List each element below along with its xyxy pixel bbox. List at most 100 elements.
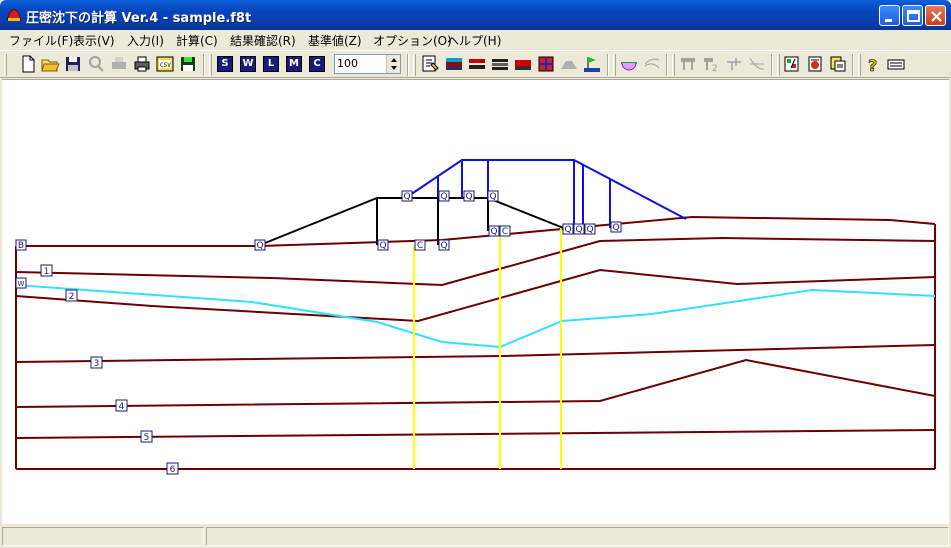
layer-gray-icon [492,59,508,70]
svg-text:2: 2 [712,64,718,74]
new-file-button[interactable] [18,54,38,74]
svg-text:Q: Q [440,192,447,202]
toolbar-grip[interactable] [4,54,7,76]
toolbar-grip[interactable] [209,54,212,76]
minimize-button[interactable] [879,5,900,26]
time-curve-gray-icon [749,57,765,70]
print-button[interactable] [132,54,152,74]
open-file-button[interactable] [40,54,60,74]
svg-text:2: 2 [69,292,75,302]
svg-text:?: ? [868,56,877,74]
toolbar-grip[interactable] [413,54,416,76]
report-button[interactable] [805,54,825,74]
maximize-icon [907,10,920,22]
floppy-green-icon [181,57,195,71]
flag-icon [584,57,600,72]
layer-s-button[interactable]: S [217,56,233,72]
menu-input[interactable]: 入力(I) [127,32,164,49]
csv-button[interactable]: CSV [155,54,175,74]
toolbar-grip[interactable] [858,54,861,76]
result-table-button[interactable] [678,54,698,74]
embankment-button[interactable] [559,54,579,74]
arc-button[interactable] [619,54,639,74]
layer-red-button[interactable] [467,54,487,74]
embankment-lower-outline [259,197,567,246]
result-graph-button[interactable]: 2 [701,54,721,74]
layer-l-button[interactable]: L [263,56,279,72]
layer-red-icon [469,59,485,69]
svg-text:Q: Q [490,227,497,237]
printer-gray-icon [112,57,126,69]
slip-circle-icon [621,62,637,71]
layer-c-button[interactable]: C [309,56,325,72]
curve-gray-icon [644,58,660,69]
layer-w-button[interactable]: W [240,56,256,72]
toolbar-grip[interactable] [777,54,780,76]
layer-m-button[interactable]: M [286,56,302,72]
curve-button[interactable] [642,54,662,74]
app-window: 圧密沈下の計算 Ver.4 - sample.f8t ファイル(F) 表示(V)… [0,0,951,548]
export-icon [830,56,846,72]
menu-option[interactable]: オプション(O) [373,32,452,49]
layer-boundary-3 [15,344,936,363]
print-setup-button[interactable] [109,54,129,74]
maximize-button[interactable] [902,5,923,26]
svg-text:6: 6 [170,465,176,475]
menu-result[interactable]: 結果確認(R) [230,32,296,49]
time-curve-button[interactable] [747,54,767,74]
preview-button[interactable] [86,54,106,74]
menu-standard[interactable]: 基準値(Z) [308,32,362,49]
embankment-lower [259,197,567,246]
toolbar-grip[interactable] [672,54,675,76]
csv-icon: CSV [156,56,174,72]
zoom-spinner[interactable] [386,55,400,73]
load-marker: Q [438,190,450,202]
svg-text:Q: Q [465,192,472,202]
drawing-canvas[interactable]: B W 1 2 3 4 5 6 Q Q C Q Q Q Q Q Q C Q Q [2,79,949,524]
save-disk-icon [66,57,80,71]
svg-text:Q: Q [256,241,263,251]
layer-label-1: 1 [40,264,53,277]
about-button[interactable] [886,54,906,74]
keyboard-icon [887,59,905,70]
load-marker: Q [562,223,574,235]
toolbar-grip[interactable] [613,54,616,76]
input-data-button[interactable] [420,54,440,74]
help-button[interactable]: ? [863,54,883,74]
export-button[interactable] [828,54,848,74]
save-data-button[interactable] [178,54,198,74]
menu-view[interactable]: 表示(V) [73,32,115,49]
printer-icon [134,56,150,72]
svg-text:Q: Q [586,225,593,235]
layer-label-3: 3 [90,356,103,369]
magnifier-icon [89,56,104,72]
close-button[interactable] [925,5,946,26]
zoom-combobox[interactable]: 100 [334,54,401,74]
save-button[interactable] [63,54,83,74]
flag-button[interactable] [582,54,602,74]
svg-text:C: C [502,227,508,237]
load-marker: Q [488,225,500,237]
app-icon [6,8,22,21]
marker-labels: B W 1 2 3 4 5 6 Q Q C Q Q Q Q Q Q C Q Q [15,190,622,475]
new-file-icon [22,55,35,73]
title-bar[interactable]: 圧密沈下の計算 Ver.4 - sample.f8t [0,0,951,30]
svg-text:CSV: CSV [160,62,171,69]
toolbar-separator [771,54,773,76]
menu-file[interactable]: ファイル(F) [9,32,73,49]
graph-gray-icon: 2 [704,58,718,74]
layer-fill-button[interactable] [513,54,533,74]
table-gray-icon [681,58,695,70]
zoom-value: 100 [337,57,358,70]
layer-fill-icon [515,60,531,70]
layer-gray-button[interactable] [490,54,510,74]
soil-layers [15,215,936,470]
load-button[interactable] [536,54,556,74]
menu-help[interactable]: ヘルプ(H) [447,32,501,49]
ground-layer-icon [446,58,462,70]
ground-layer-button[interactable] [444,54,464,74]
menu-calc[interactable]: 計算(C) [176,32,218,49]
settlement-button[interactable] [724,54,744,74]
menu-bar: ファイル(F) 表示(V) 入力(I) 計算(C) 結果確認(R) 基準値(Z)… [0,30,951,50]
check-button[interactable] [782,54,802,74]
